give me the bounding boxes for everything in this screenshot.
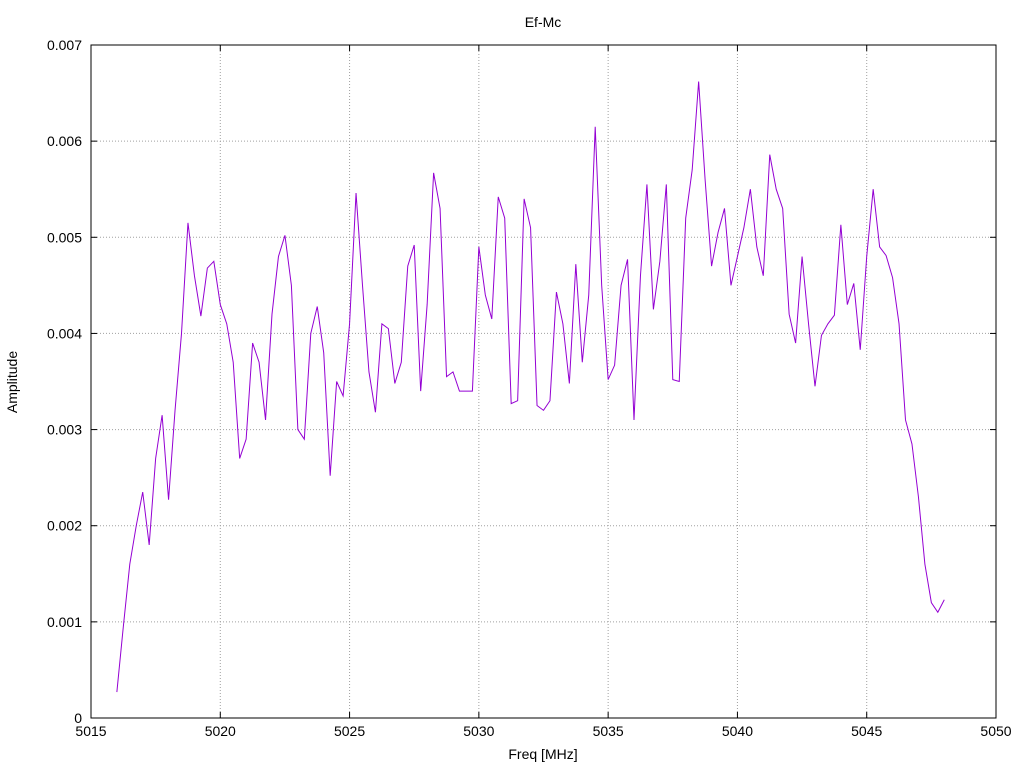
series-line — [116, 81, 945, 693]
y-tick-labels: 0 0.001 0.002 0.003 0.004 0.005 0.006 0.007 — [47, 37, 82, 726]
x-tick-label: 5040 — [722, 723, 753, 739]
x-tick-label: 5020 — [205, 723, 236, 739]
y-tick-label: 0.005 — [47, 229, 82, 245]
y-axis-label: Amplitude — [4, 351, 20, 413]
x-tick-label: 5030 — [463, 723, 494, 739]
y-tick-label: 0.003 — [47, 422, 82, 438]
tick-marks — [90, 44, 997, 719]
chart-title: Ef-Mc — [525, 14, 562, 30]
y-tick-label: 0.002 — [47, 518, 82, 534]
plot-frame — [90, 44, 997, 719]
x-tick-label: 5050 — [980, 723, 1011, 739]
y-tick-label: 0.007 — [47, 37, 82, 53]
x-tick-labels: 5015 5020 5025 5030 5035 5040 5045 5050 — [75, 723, 1011, 739]
line-chart: 5015 5020 5025 5030 5035 5040 5045 5050 00.0010… — [4, 14, 1012, 762]
y-tick-label: 0.004 — [47, 325, 82, 341]
y-tick-label: 0 — [74, 710, 82, 726]
grid-lines — [91, 45, 996, 718]
x-tick-label: 5045 — [851, 723, 882, 739]
y-tick-label: 0.006 — [47, 133, 82, 149]
y-tick-label: 0.001 — [47, 614, 82, 630]
x-tick-label: 5035 — [593, 723, 624, 739]
x-tick-label: 5025 — [334, 723, 365, 739]
series-layer — [116, 81, 945, 693]
x-axis-label: Freq [MHz] — [508, 746, 577, 762]
